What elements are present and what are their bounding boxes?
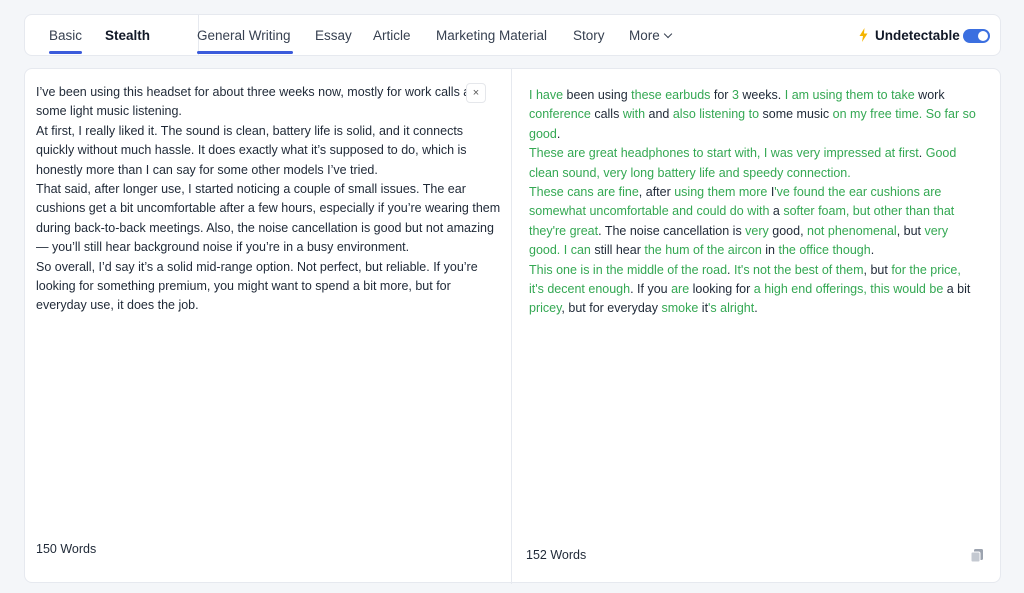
unchanged-text-segment: calls [590, 107, 623, 122]
changed-text-segment: the office though [778, 243, 871, 258]
unchanged-text-segment: work [914, 88, 945, 102]
output-paragraph: This one is in the middle of the road. I… [529, 261, 979, 319]
unchanged-text-segment: looking for [689, 282, 754, 297]
unchanged-text-segment: still hear [590, 243, 645, 258]
undetectable-label: Undetectable [875, 28, 960, 43]
output-word-count: 152 Words [526, 548, 587, 562]
changed-text-segment: a high end offerings, this would be [753, 282, 944, 297]
changed-text-segment: these earbuds [631, 88, 711, 102]
unchanged-text-segment: , but [863, 262, 892, 277]
undetectable-toggle[interactable] [963, 29, 990, 43]
unchanged-text-segment: , after [638, 185, 675, 200]
unchanged-text-segment: it [698, 301, 709, 316]
changed-text-segment: 's alright [708, 301, 755, 316]
unchanged-text-segment: . The noise cancellation is [598, 223, 746, 238]
input-paragraph: So overall, I’d say it’s a solid mid-ran… [36, 259, 478, 313]
input-paragraph: That said, after longer use, I started n… [36, 182, 501, 255]
tab-article[interactable]: Article [373, 15, 411, 57]
changed-text-segment: are [671, 282, 690, 297]
output-paragraph: These are great headphones to start with… [529, 144, 979, 183]
unchanged-text-segment: . [754, 301, 758, 316]
tab-story[interactable]: Story [573, 15, 605, 57]
unchanged-text-segment: , but for everyday [561, 301, 662, 316]
tab-essay[interactable]: Essay [315, 15, 352, 57]
changed-text-segment: also listening to [672, 107, 760, 122]
changed-text-segment: It's not the best of them [733, 262, 864, 277]
changed-text-segment: pricey [529, 301, 562, 316]
unchanged-text-segment: weeks. [738, 88, 785, 102]
unchanged-text-segment: . [870, 243, 875, 258]
input-paragraph: I’ve been using this headset for about t… [36, 85, 485, 119]
changed-text-segment: 3 [731, 88, 739, 102]
unchanged-text-segment: been using [563, 88, 632, 102]
panel-divider [511, 69, 512, 584]
changed-text-segment: with [622, 107, 646, 122]
changed-text-segment: the hum of the aircon [644, 243, 762, 258]
output-paragraph: These cans are fine, after using them mo… [529, 183, 979, 261]
tab-marketing-material[interactable]: Marketing Material [436, 15, 547, 57]
toggle-knob [978, 31, 988, 41]
tab-basic-underline [49, 51, 82, 54]
output-paragraph: I have been using these earbuds for 3 we… [529, 86, 979, 144]
tab-more[interactable]: More [629, 15, 673, 57]
clear-input-button[interactable]: × [466, 83, 486, 103]
unchanged-text-segment: and [645, 107, 673, 122]
unchanged-text-segment: in [761, 243, 779, 258]
unchanged-text-segment: . [918, 146, 926, 161]
unchanged-text-segment: good, [768, 223, 808, 238]
changed-text-segment: using them more [674, 185, 768, 200]
close-icon: × [472, 87, 480, 99]
unchanged-text-segment: for [710, 88, 732, 102]
chevron-down-icon [663, 29, 673, 39]
top-toolbar: Basic Stealth General Writing Essay Arti… [24, 14, 1001, 56]
changed-text-segment: I am using them to take [784, 88, 915, 102]
unchanged-text-segment: . [727, 262, 734, 277]
tab-more-label: More [629, 28, 660, 43]
unchanged-text-segment: some music [759, 107, 833, 122]
changed-text-segment: This one is in the middle of the road [529, 262, 728, 277]
copy-icon[interactable] [969, 547, 985, 563]
input-paragraph: At first, I really liked it. The sound i… [36, 123, 467, 177]
input-textarea[interactable]: I’ve been using this headset for about t… [36, 83, 501, 316]
output-text: I have been using these earbuds for 3 we… [529, 86, 979, 319]
changed-text-segment: I have [529, 88, 564, 102]
changed-text-segment: These are great headphones to start with… [529, 146, 919, 161]
changed-text-segment: smoke [661, 301, 699, 316]
changed-text-segment: very [745, 223, 769, 238]
changed-text-segment: not phenomenal [807, 223, 897, 238]
unchanged-text-segment: . [556, 126, 561, 141]
unchanged-text-segment: , but [896, 223, 925, 238]
bolt-icon [859, 28, 868, 42]
changed-text-segment: conference [529, 107, 591, 122]
input-word-count: 150 Words [36, 542, 97, 556]
unchanged-text-segment: a [769, 204, 784, 219]
tab-general-writing-underline [197, 51, 293, 54]
editor-panel: I’ve been using this headset for about t… [24, 68, 1001, 584]
tab-stealth[interactable]: Stealth [105, 15, 150, 57]
unchanged-text-segment: . If you [630, 282, 672, 297]
unchanged-text-segment: a bit [943, 282, 971, 297]
changed-text-segment: These cans are fine [529, 185, 639, 200]
